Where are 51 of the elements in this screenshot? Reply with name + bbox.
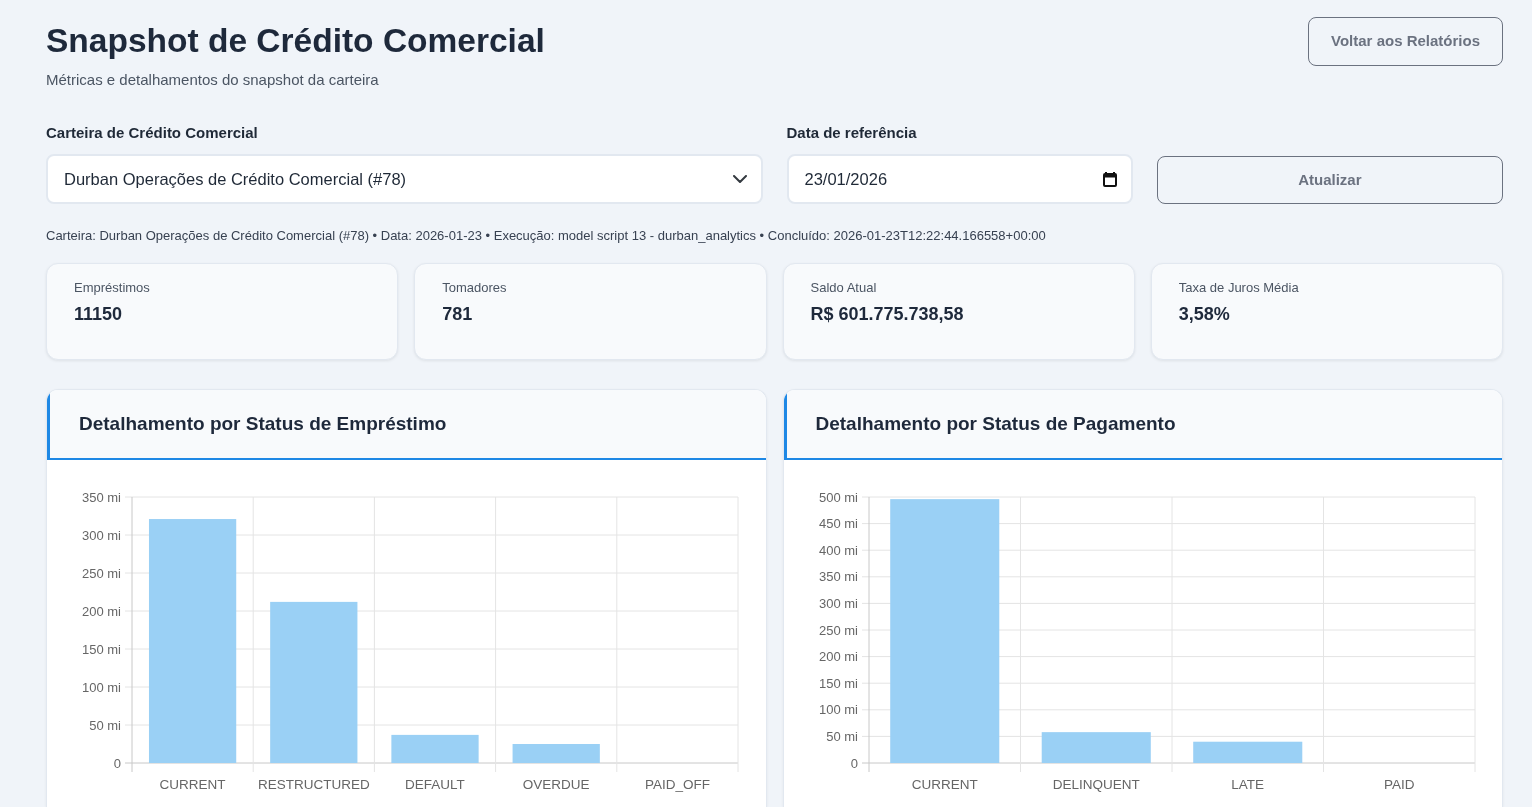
- y-axis-label: 50 mi: [89, 717, 121, 733]
- y-axis-label: 0: [113, 755, 121, 771]
- metric-label: Saldo Atual: [810, 279, 877, 298]
- y-axis-label: 0: [850, 755, 858, 771]
- x-axis-label: OVERDUE: [522, 777, 590, 793]
- y-axis-label: 400 mi: [818, 542, 858, 558]
- portfolio-select[interactable]: Durban Operações de Crédito Comercial (#78): [46, 154, 763, 205]
- metric-value: 781: [442, 303, 473, 327]
- y-axis-label: 100 mi: [818, 702, 858, 718]
- metric-label: Tomadores: [442, 279, 507, 298]
- chevron-down-icon: [732, 175, 747, 184]
- page-subtitle: Métricas e detalhamentos do snapshot da carteira: [46, 70, 379, 91]
- y-axis-label: 100 mi: [81, 679, 121, 695]
- date-value: 23/01/2026: [804, 168, 888, 190]
- x-axis-label: RESTRUCTURED: [257, 777, 370, 793]
- y-axis-label: 200 mi: [81, 603, 121, 619]
- page-title: Snapshot de Crédito Comercial: [46, 21, 545, 61]
- calendar-icon[interactable]: [1102, 171, 1117, 187]
- y-axis-label: 350 mi: [818, 569, 858, 585]
- date-field[interactable]: 23/01/2026: [786, 154, 1133, 205]
- y-axis-label: 450 mi: [818, 516, 858, 532]
- x-axis-label: CURRENT: [911, 777, 978, 793]
- y-axis-label: 500 mi: [818, 489, 858, 505]
- y-axis-label: 350 mi: [81, 489, 121, 505]
- x-axis-label: LATE: [1230, 777, 1264, 793]
- metric-value: 11150: [74, 303, 123, 327]
- y-axis-label: 300 mi: [81, 527, 121, 543]
- x-axis-label: CURRENT: [159, 777, 226, 793]
- y-axis-label: 250 mi: [818, 622, 858, 638]
- x-axis-label: DEFAULT: [405, 777, 465, 793]
- y-axis-label: 250 mi: [81, 565, 121, 581]
- x-axis-label: PAID: [1383, 777, 1414, 793]
- x-axis-label: DELINQUENT: [1052, 777, 1140, 793]
- y-axis-label: 150 mi: [818, 675, 858, 691]
- y-axis-label: 150 mi: [81, 641, 121, 657]
- y-axis-label: 200 mi: [818, 649, 858, 665]
- back-button[interactable]: Voltar aos Relatórios: [1308, 17, 1503, 66]
- field-label: Carteira de Crédito Comercial: [46, 122, 258, 143]
- metric-label: Taxa de Juros Média: [1178, 279, 1299, 298]
- y-axis-label: 50 mi: [825, 729, 858, 745]
- panel-title: Detalhamento por Status de Pagamento: [815, 412, 1176, 436]
- refresh-button[interactable]: Atualizar: [1156, 156, 1503, 205]
- field-label: Data de referência: [786, 122, 917, 143]
- snapshot-info: Carteira: Durban Operações de Crédito Comercial (#78) • Data: 2026-01-23 • Execução: model script 13 - durban_analytics • Concluído: 2026-01-23T12:22:44.166558+00:00: [46, 227, 1046, 246]
- metric-value: 3,58%: [1178, 303, 1230, 327]
- x-axis-label: PAID_OFF: [644, 777, 710, 793]
- metric-value: R$ 601.775.738,58: [810, 303, 964, 327]
- panel-title: Detalhamento por Status de Empréstimo: [79, 412, 447, 436]
- select-value: Durban Operações de Crédito Comercial (#78): [64, 168, 407, 190]
- metric-label: Empréstimos: [74, 279, 150, 298]
- y-axis-label: 300 mi: [818, 596, 858, 612]
